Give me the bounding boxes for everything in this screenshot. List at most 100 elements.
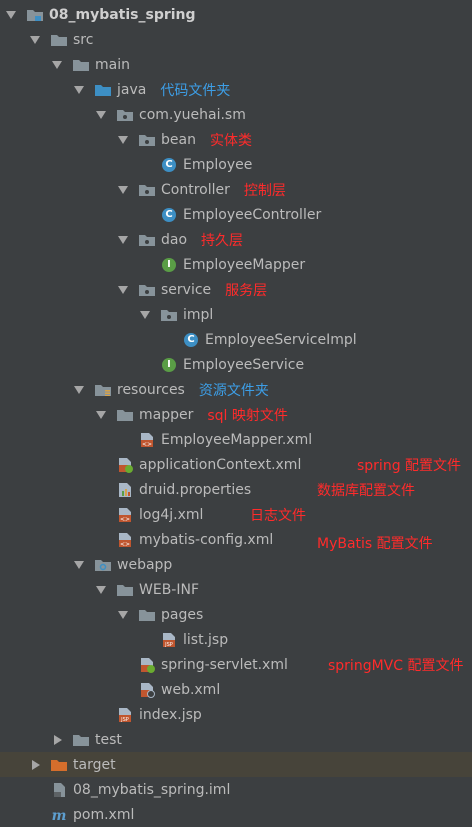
tree-row-package[interactable]: com.yuehai.sm <box>0 102 472 127</box>
svg-text:JSP: JSP <box>164 642 173 648</box>
tree-row-dao[interactable]: dao 持久层 <box>0 227 472 252</box>
tree-row-employee-mapper-xml[interactable]: <> EmployeeMapper.xml <box>0 427 472 452</box>
tree-label: EmployeeService <box>183 356 305 373</box>
annotation-note: 数据库配置文件 <box>317 482 415 499</box>
tree-label: pom.xml <box>73 806 135 823</box>
annotation-note: spring 配置文件 <box>357 457 462 474</box>
expand-arrow-icon[interactable] <box>118 235 128 244</box>
annotation-note: 日志文件 <box>250 507 306 524</box>
svg-text:<>: <> <box>120 516 130 523</box>
source-folder-icon <box>94 82 112 98</box>
tree-label: bean <box>161 131 196 148</box>
tree-row-impl[interactable]: impl <box>0 302 472 327</box>
tree-label: mapper <box>139 406 194 423</box>
tree-label: main <box>95 56 130 73</box>
expand-arrow-icon[interactable] <box>118 285 128 294</box>
tree-label: log4j.xml <box>139 506 204 523</box>
tree-row-list-jsp[interactable]: JSP list.jsp <box>0 627 472 652</box>
tree-row-employee-service-impl[interactable]: C EmployeeServiceImpl <box>0 327 472 352</box>
tree-row-employee-mapper[interactable]: I EmployeeMapper <box>0 252 472 277</box>
expand-arrow-icon[interactable] <box>6 10 16 19</box>
tree-label: 08_mybatis_spring.iml <box>73 781 231 798</box>
tree-row-main[interactable]: main <box>0 52 472 77</box>
collapse-arrow-icon[interactable] <box>32 759 40 770</box>
tree-label: test <box>95 731 122 748</box>
tree-row-mapper[interactable]: mapper sql 映射文件 <box>0 402 472 427</box>
tree-label: druid.properties <box>139 481 252 498</box>
tree-row-employee-service[interactable]: I EmployeeService <box>0 352 472 377</box>
tree-row-pages[interactable]: pages <box>0 602 472 627</box>
folder-icon <box>116 407 134 423</box>
folder-icon <box>50 32 68 48</box>
tree-label: EmployeeMapper <box>183 256 306 273</box>
tree-row-spring-servlet[interactable]: spring-servlet.xml springMVC 配置文件 <box>0 652 472 677</box>
web-xml-icon <box>138 682 156 698</box>
tree-row-employee-controller[interactable]: C EmployeeController <box>0 202 472 227</box>
tree-row-java[interactable]: java 代码文件夹 <box>0 77 472 102</box>
annotation-note: 代码文件夹 <box>160 82 231 99</box>
tree-row-mybatis-config[interactable]: <> mybatis-config.xml MyBatis 配置文件 <box>0 527 472 552</box>
tree-row-webapp[interactable]: webapp <box>0 552 472 577</box>
tree-row-druid-properties[interactable]: druid.properties 数据库配置文件 <box>0 477 472 502</box>
package-icon <box>160 307 178 323</box>
expand-arrow-icon[interactable] <box>140 310 150 319</box>
jsp-file-icon: JSP <box>160 632 178 648</box>
svg-text:JSP: JSP <box>120 717 129 723</box>
tree-label: java <box>117 81 147 98</box>
tree-label: src <box>73 31 94 48</box>
tree-row-index-jsp[interactable]: JSP index.jsp <box>0 702 472 727</box>
tree-row-resources[interactable]: resources 资源文件夹 <box>0 377 472 402</box>
module-folder-icon <box>26 7 44 23</box>
xml-file-icon: <> <box>116 507 134 523</box>
package-icon <box>138 282 156 298</box>
tree-row-controller[interactable]: Controller 控制层 <box>0 177 472 202</box>
tree-row-iml[interactable]: 08_mybatis_spring.iml <box>0 777 472 802</box>
tree-label: impl <box>183 306 214 323</box>
tree-row-project[interactable]: 08_mybatis_spring <box>0 2 472 27</box>
expand-arrow-icon[interactable] <box>96 410 106 419</box>
tree-label: Employee <box>183 156 253 173</box>
expand-arrow-icon[interactable] <box>74 385 84 394</box>
tree-row-pom[interactable]: m pom.xml <box>0 802 472 827</box>
package-icon <box>138 232 156 248</box>
tree-row-web-inf[interactable]: WEB-INF <box>0 577 472 602</box>
tree-label: webapp <box>117 556 173 573</box>
tree-label: resources <box>117 381 185 398</box>
expand-arrow-icon[interactable] <box>30 35 40 44</box>
expand-arrow-icon[interactable] <box>118 185 128 194</box>
annotation-note: 控制层 <box>243 182 286 199</box>
expand-arrow-icon[interactable] <box>74 85 84 94</box>
tree-row-employee[interactable]: C Employee <box>0 152 472 177</box>
tree-row-service[interactable]: service 服务层 <box>0 277 472 302</box>
excluded-folder-icon <box>50 757 68 773</box>
web-folder-icon <box>94 557 112 573</box>
package-icon <box>116 107 134 123</box>
tree-row-test[interactable]: test <box>0 727 472 752</box>
tree-row-log4j[interactable]: <> log4j.xml 日志文件 <box>0 502 472 527</box>
tree-row-application-context[interactable]: applicationContext.xml spring 配置文件 <box>0 452 472 477</box>
tree-row-web-xml[interactable]: web.xml <box>0 677 472 702</box>
package-icon <box>138 132 156 148</box>
svg-text:m: m <box>52 808 67 823</box>
expand-arrow-icon[interactable] <box>118 135 128 144</box>
expand-arrow-icon[interactable] <box>74 560 84 569</box>
annotation-note: springMVC 配置文件 <box>328 657 464 674</box>
tree-label: EmployeeController <box>183 206 322 223</box>
tree-label: applicationContext.xml <box>139 456 302 473</box>
tree-label: list.jsp <box>183 631 229 648</box>
expand-arrow-icon[interactable] <box>96 110 106 119</box>
collapse-arrow-icon[interactable] <box>54 734 62 745</box>
tree-label: EmployeeServiceImpl <box>205 331 357 348</box>
expand-arrow-icon[interactable] <box>118 610 128 619</box>
expand-arrow-icon[interactable] <box>96 585 106 594</box>
svg-text:<>: <> <box>142 441 152 448</box>
class-icon: C <box>160 157 178 173</box>
tree-row-bean[interactable]: bean 实体类 <box>0 127 472 152</box>
interface-icon: I <box>160 257 178 273</box>
tree-label: 08_mybatis_spring <box>49 6 196 23</box>
tree-row-target[interactable]: target <box>0 752 472 777</box>
tree-label: com.yuehai.sm <box>139 106 246 123</box>
tree-row-src[interactable]: src <box>0 27 472 52</box>
tree-label: mybatis-config.xml <box>139 531 274 548</box>
expand-arrow-icon[interactable] <box>52 60 62 69</box>
